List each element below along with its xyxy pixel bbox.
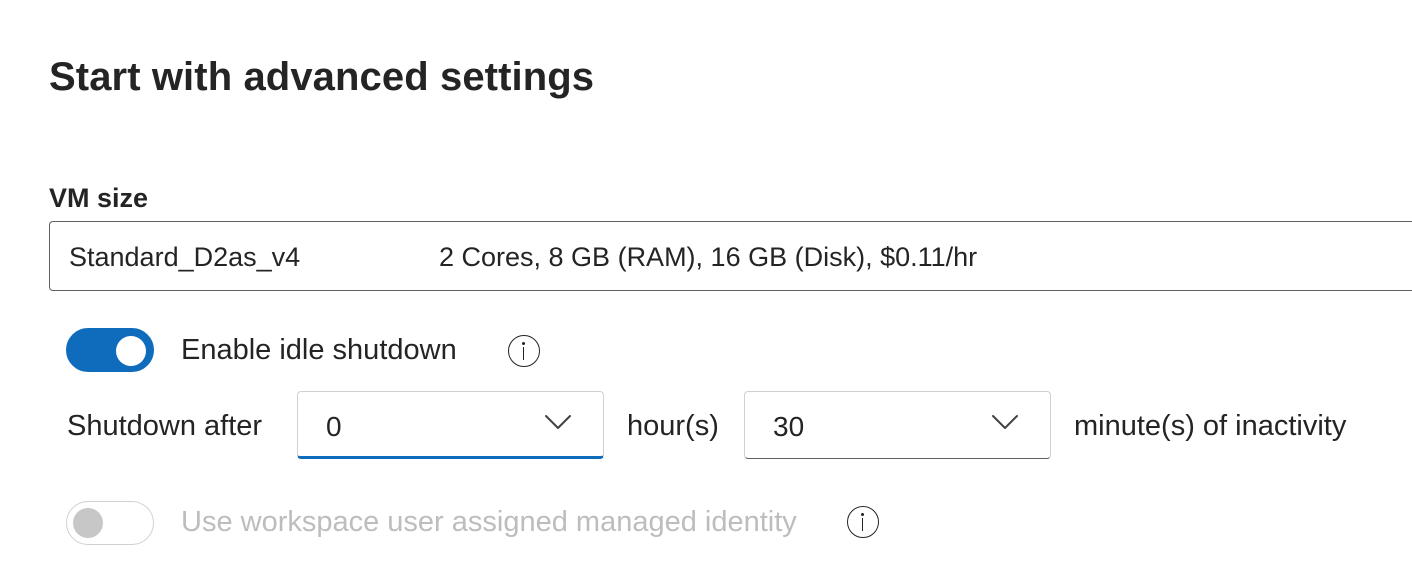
vm-size-selected-specs: 2 Cores, 8 GB (RAM), 16 GB (Disk), $0.11…: [439, 242, 978, 272]
vm-size-dropdown[interactable]: Standard_D2as_v4 2 Cores, 8 GB (RAM), 16…: [49, 221, 1412, 291]
info-icon[interactable]: [508, 335, 540, 367]
idle-shutdown-label: Enable idle shutdown: [181, 334, 457, 366]
shutdown-hours-dropdown[interactable]: 0: [297, 391, 604, 459]
vm-size-selected-name: Standard_D2as_v4: [69, 242, 301, 272]
managed-identity-toggle[interactable]: [66, 501, 154, 545]
toggle-knob: [73, 508, 103, 538]
managed-identity-label: Use workspace user assigned managed iden…: [181, 506, 797, 538]
page-title: Start with advanced settings: [49, 55, 595, 99]
chevron-down-icon: [992, 415, 1018, 429]
shutdown-minutes-value: 30: [773, 411, 805, 442]
info-icon[interactable]: [847, 506, 879, 538]
shutdown-hours-value: 0: [326, 411, 342, 442]
chevron-down-icon: [545, 415, 571, 429]
idle-shutdown-toggle[interactable]: [66, 328, 154, 372]
shutdown-after-label: Shutdown after: [67, 410, 263, 442]
shutdown-minutes-dropdown[interactable]: 30: [744, 391, 1051, 459]
vm-size-label: VM size: [49, 183, 149, 213]
toggle-knob: [116, 336, 146, 366]
hours-unit-label: hour(s): [627, 410, 719, 442]
minutes-unit-label: minute(s) of inactivity: [1074, 410, 1347, 442]
